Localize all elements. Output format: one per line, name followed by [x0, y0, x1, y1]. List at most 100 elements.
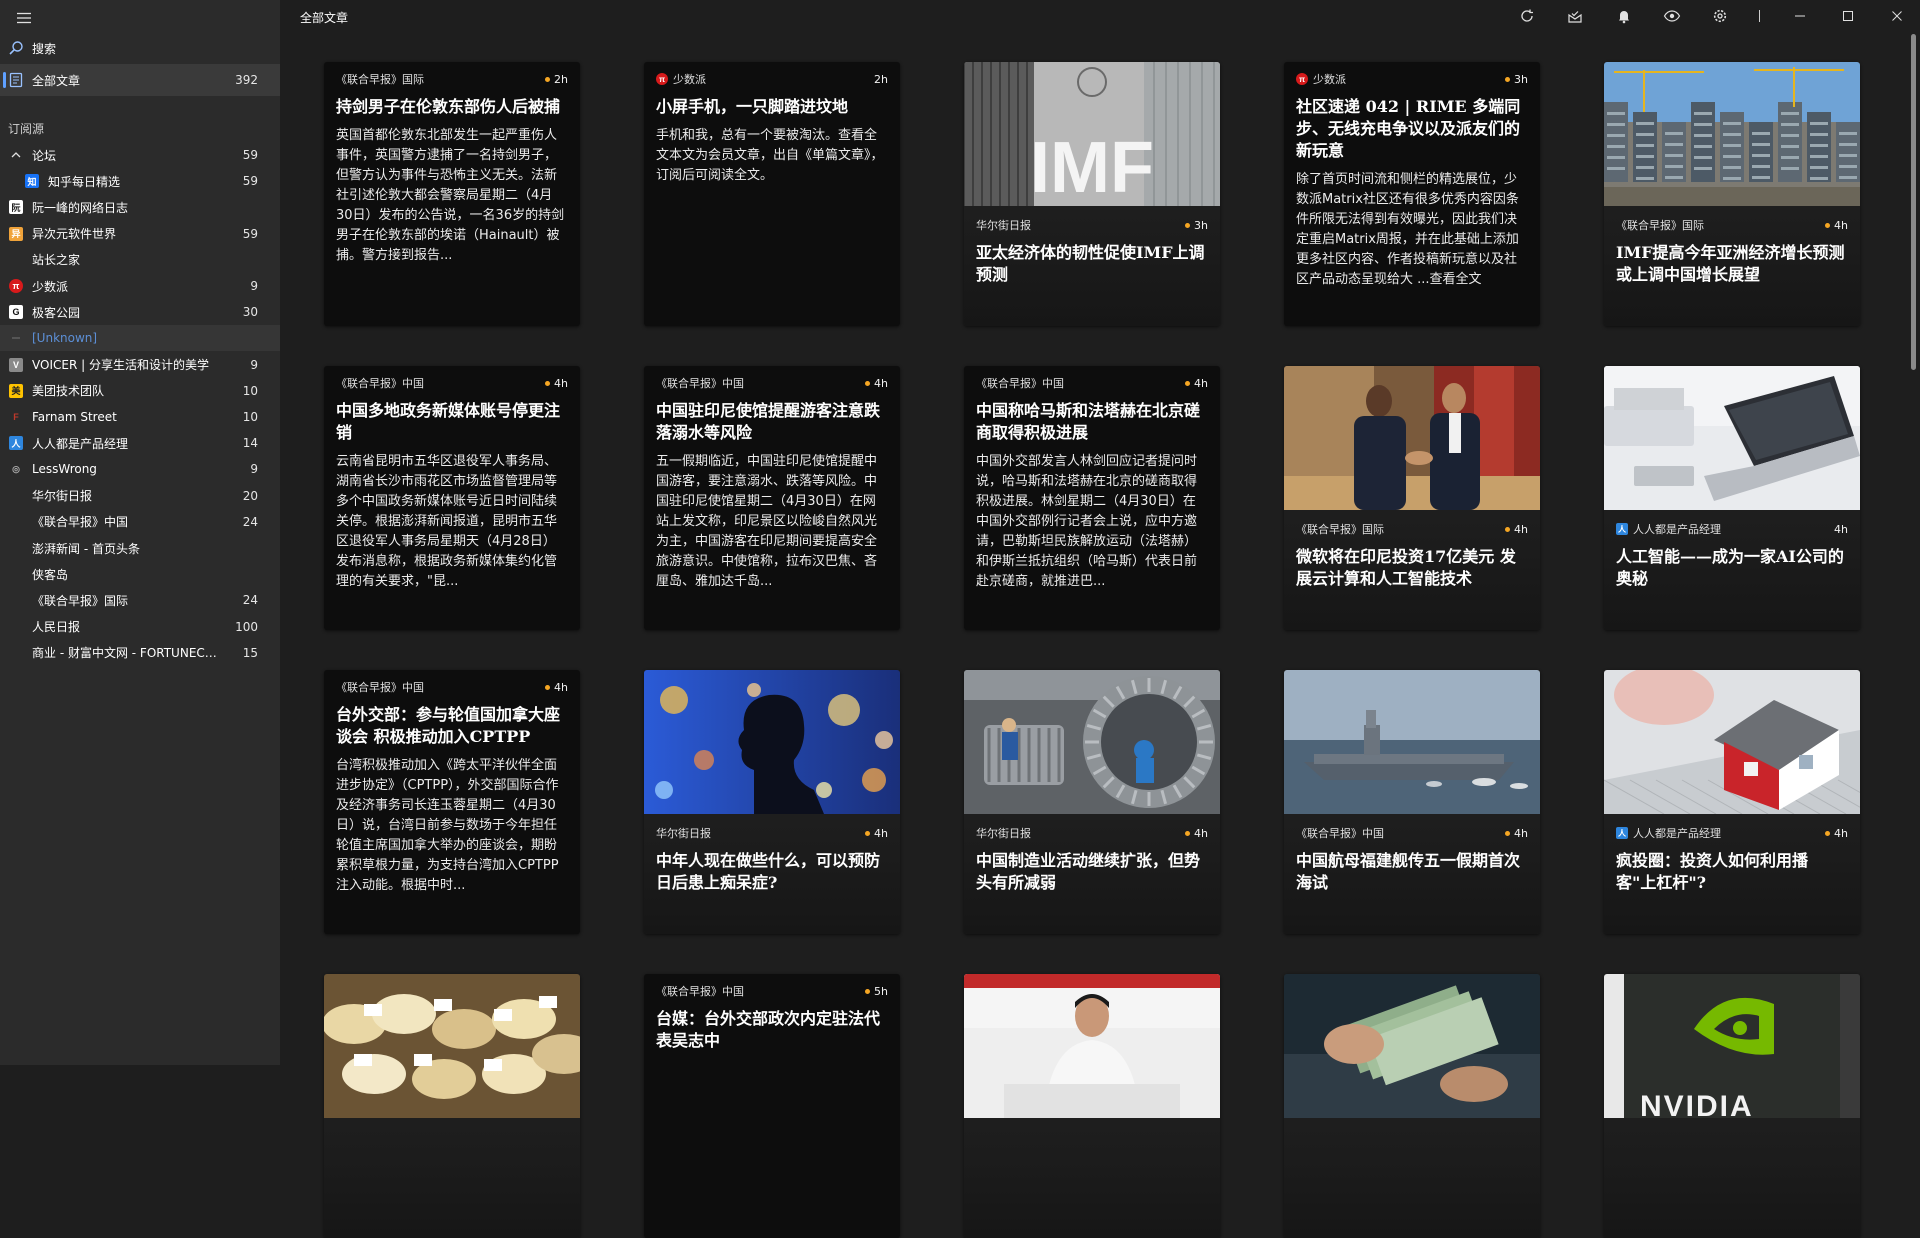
article-card[interactable]: 《联合早报》中国 5h 台媒：台外交部政次内定驻法代表吴志中 — [644, 974, 900, 1238]
sidebar-feed-item[interactable]: F Farnam Street 10 — [0, 404, 280, 430]
article-title: 持剑男子在伦敦东部伤人后被捕 — [336, 97, 561, 116]
farnam-icon: F — [13, 412, 19, 422]
article-card[interactable]: IMF 华尔街日报 3h 亚太经济体的韧性促使IMF上调预测 — [964, 62, 1220, 326]
article-title: IMF提高今年亚洲经济增长预测或上调中国增长展望 — [1616, 243, 1845, 284]
sidebar-feed-label: 澎湃新闻 - 首页头条 — [32, 541, 140, 556]
article-time: 4h — [1194, 376, 1208, 390]
sidebar-feed-item[interactable]: 人民日报 100 — [0, 614, 280, 640]
article-title: 中年人现在做些什么，可以预防日后患上痴呆症? — [656, 851, 881, 892]
maximize-icon[interactable] — [1833, 6, 1863, 26]
article-card[interactable]: NVIDIA — [1604, 974, 1860, 1238]
sidebar-feed-label: Farnam Street — [32, 410, 117, 424]
notification-icon[interactable] — [1613, 6, 1635, 26]
sidebar-feed-item[interactable]: 美美团技术团队 10 — [0, 378, 280, 404]
sidebar-feed-item[interactable]: 异异次元软件世界 59 — [0, 221, 280, 247]
article-title: 人工智能——成为一家AI公司的奥秘 — [1616, 547, 1844, 588]
article-card[interactable] — [1284, 974, 1540, 1238]
sspai-icon: π — [8, 278, 24, 294]
woshipm-icon: 人 — [1616, 827, 1628, 839]
sidebar-feed-item[interactable]: ◎ LessWrong 9 — [0, 456, 280, 482]
sidebar-feed-item[interactable]: 澎湃新闻 - 首页头条 — [0, 535, 280, 561]
sidebar-feed-label: 知乎每日精选 — [48, 174, 121, 189]
sidebar-feed-item[interactable]: 华尔街日报 20 — [0, 483, 280, 509]
article-source-name: 《联合早报》中国 — [1296, 827, 1384, 840]
article-meta: 华尔街日报 3h — [976, 218, 1208, 233]
sidebar-feed-item[interactable]: 商业 - 财富中文网 - FORTUNEChina.c... 15 — [0, 640, 280, 666]
sidebar-feed-label: 人人都是产品经理 — [32, 436, 129, 451]
article-title: 中国航母福建舰传五一假期首次海试 — [1296, 851, 1521, 892]
article-card[interactable]: π 少数派 2h 小屏手机，一只脚踏进坟地 手机和我，总有一个要被淘汰。查看全文本文为会… — [644, 62, 900, 326]
article-snippet: 除了首页时间流和侧栏的精选展位，少数派Matrix社区还有很多优秀内容因条件所限… — [1296, 172, 1519, 287]
sidebar-feed-item[interactable]: 知知乎每日精选 59 — [0, 168, 280, 194]
mark-all-read-icon[interactable] — [1564, 6, 1586, 26]
sidebar-feed-item[interactable]: 论坛 59 — [0, 142, 280, 168]
sidebar-feed-count: 15 — [242, 645, 258, 660]
article-card[interactable]: 《联合早报》中国 4h 中国驻印尼使馆提醒游客注意跌落溺水等风险 五一假期临近，中国驻… — [644, 366, 900, 630]
article-time: 4h — [1834, 522, 1848, 536]
article-card[interactable]: π 少数派 3h 社区速递 042 | RIME 多端同步、无线充电争议以及派友们的新… — [1284, 62, 1540, 326]
article-source-name: 少数派 — [1313, 73, 1346, 86]
article-card[interactable]: 《联合早报》中国 4h 中国称哈马斯和法塔赫在北京磋商取得积极进展 中国外交部发言人林… — [964, 366, 1220, 630]
article-card[interactable]: 《联合早报》中国 4h 中国多地政务新媒体账号停更注销 云南省昆明市五华区退役军人事务… — [324, 366, 580, 630]
sidebar-feed-count: 59 — [242, 148, 258, 162]
article-meta: 《联合早报》国际 4h — [1616, 218, 1848, 233]
sidebar-feed-item[interactable]: 站长之家 — [0, 247, 280, 273]
sidebar-feed-item[interactable]: 侠客岛 — [0, 561, 280, 587]
sidebar-feed-item[interactable]: [Unknown] — [0, 325, 280, 352]
sidebar-feed-label: 华尔街日报 — [32, 489, 93, 504]
unread-dot — [545, 684, 551, 690]
unread-dot — [545, 380, 551, 386]
article-source: 华尔街日报 — [656, 825, 865, 841]
article-source-name: 人人都是产品经理 — [1633, 827, 1721, 840]
article-card[interactable]: 华尔街日报 4h 中国制造业活动继续扩张，但势头有所减弱 — [964, 670, 1220, 934]
article-thumbnail: IMF — [964, 62, 1220, 206]
refresh-icon[interactable] — [1516, 6, 1538, 26]
article-card[interactable]: 《联合早报》中国 4h 中国航母福建舰传五一假期首次海试 — [1284, 670, 1540, 934]
view-mode-icon[interactable] — [1661, 6, 1683, 26]
article-card[interactable]: 《联合早报》国际 2h 持剑男子在伦敦东部伤人后被捕 英国首都伦敦东北部发生一起严重伤… — [324, 62, 580, 326]
article-card[interactable]: 华尔街日报 4h 中年人现在做些什么，可以预防日后患上痴呆症? — [644, 670, 900, 934]
close-icon[interactable] — [1882, 6, 1912, 26]
article-meta: 《联合早报》中国 4h — [976, 376, 1208, 391]
menu-icon[interactable] — [14, 8, 34, 28]
sidebar-feed-count: 30 — [242, 305, 258, 320]
sidebar-feed-item[interactable]: π 少数派 9 — [0, 273, 280, 299]
sidebar-feed-item[interactable]: 阮阮一峰的网络日志 — [0, 194, 280, 220]
article-card[interactable]: 《联合早报》中国 4h 台外交部：参与轮值国加拿大座谈会 积极推动加入CPTPP 台湾… — [324, 670, 580, 934]
article-thumbnail — [1284, 974, 1540, 1118]
article-card[interactable]: 人人人都是产品经理 4h 人工智能——成为一家AI公司的奥秘 — [1604, 366, 1860, 630]
search-item[interactable]: 搜索 — [0, 32, 280, 64]
article-card[interactable] — [324, 974, 580, 1238]
unread-dot — [1185, 830, 1191, 836]
settings-icon[interactable] — [1709, 6, 1731, 26]
article-time: 4h — [1194, 826, 1208, 840]
sidebar-feed-item[interactable]: 人人人都是产品经理 14 — [0, 430, 280, 456]
all-articles-label: 全部文章 — [32, 73, 81, 88]
all-articles-item[interactable]: 全部文章 392 — [0, 64, 280, 96]
scrollbar[interactable] — [1906, 32, 1920, 1065]
sidebar-feed-count: 24 — [242, 514, 258, 529]
article-card[interactable]: 《联合早报》国际 4h IMF提高今年亚洲经济增长预测或上调中国增长展望 — [1604, 62, 1860, 326]
chevron-up-icon[interactable] — [8, 147, 24, 163]
unknown-icon — [8, 330, 24, 346]
article-source-name: 华尔街日报 — [656, 827, 711, 840]
article-card[interactable]: 《联合早报》国际 4h 微软将在印尼投资17亿美元 发展云计算和人工智能技术 — [1284, 366, 1540, 630]
article-card[interactable]: 人人人都是产品经理 4h 疯投圈：投资人如何利用播客"上杠杆"? — [1604, 670, 1860, 934]
sidebar-feed-item[interactable]: V VOICER | 分享生活和设计的美学 9 — [0, 352, 280, 378]
titlebar-divider — [1759, 10, 1760, 22]
article-card[interactable] — [964, 974, 1220, 1238]
unread-dot — [865, 988, 871, 994]
article-snippet: 中国外交部发言人林剑回应记者提问时说，哈马斯和法塔赫在北京的磋商取得积极进展。林… — [976, 454, 1198, 589]
sidebar-feed-label: 阮一峰的网络日志 — [32, 200, 129, 215]
article-time: 4h — [1514, 826, 1528, 840]
sidebar-feed-label: 《联合早报》中国 — [32, 515, 129, 530]
minimize-icon[interactable] — [1785, 6, 1815, 26]
scrollbar-thumb[interactable] — [1911, 34, 1916, 370]
sidebar-feed-item[interactable]: 《联合早报》国际 24 — [0, 587, 280, 613]
article-time: 4h — [1514, 522, 1528, 536]
article-meta: 人人人都是产品经理 4h — [1616, 826, 1848, 840]
woshipm-icon: 人 — [8, 435, 24, 451]
sidebar-feed-item[interactable]: G 极客公园 30 — [0, 299, 280, 325]
sidebar-feed-item[interactable]: 《联合早报》中国 24 — [0, 509, 280, 535]
article-snippet: 手机和我，总有一个要被淘汰。查看全文本文为会员文章，出自《单篇文章》，订阅后可阅… — [656, 128, 884, 183]
